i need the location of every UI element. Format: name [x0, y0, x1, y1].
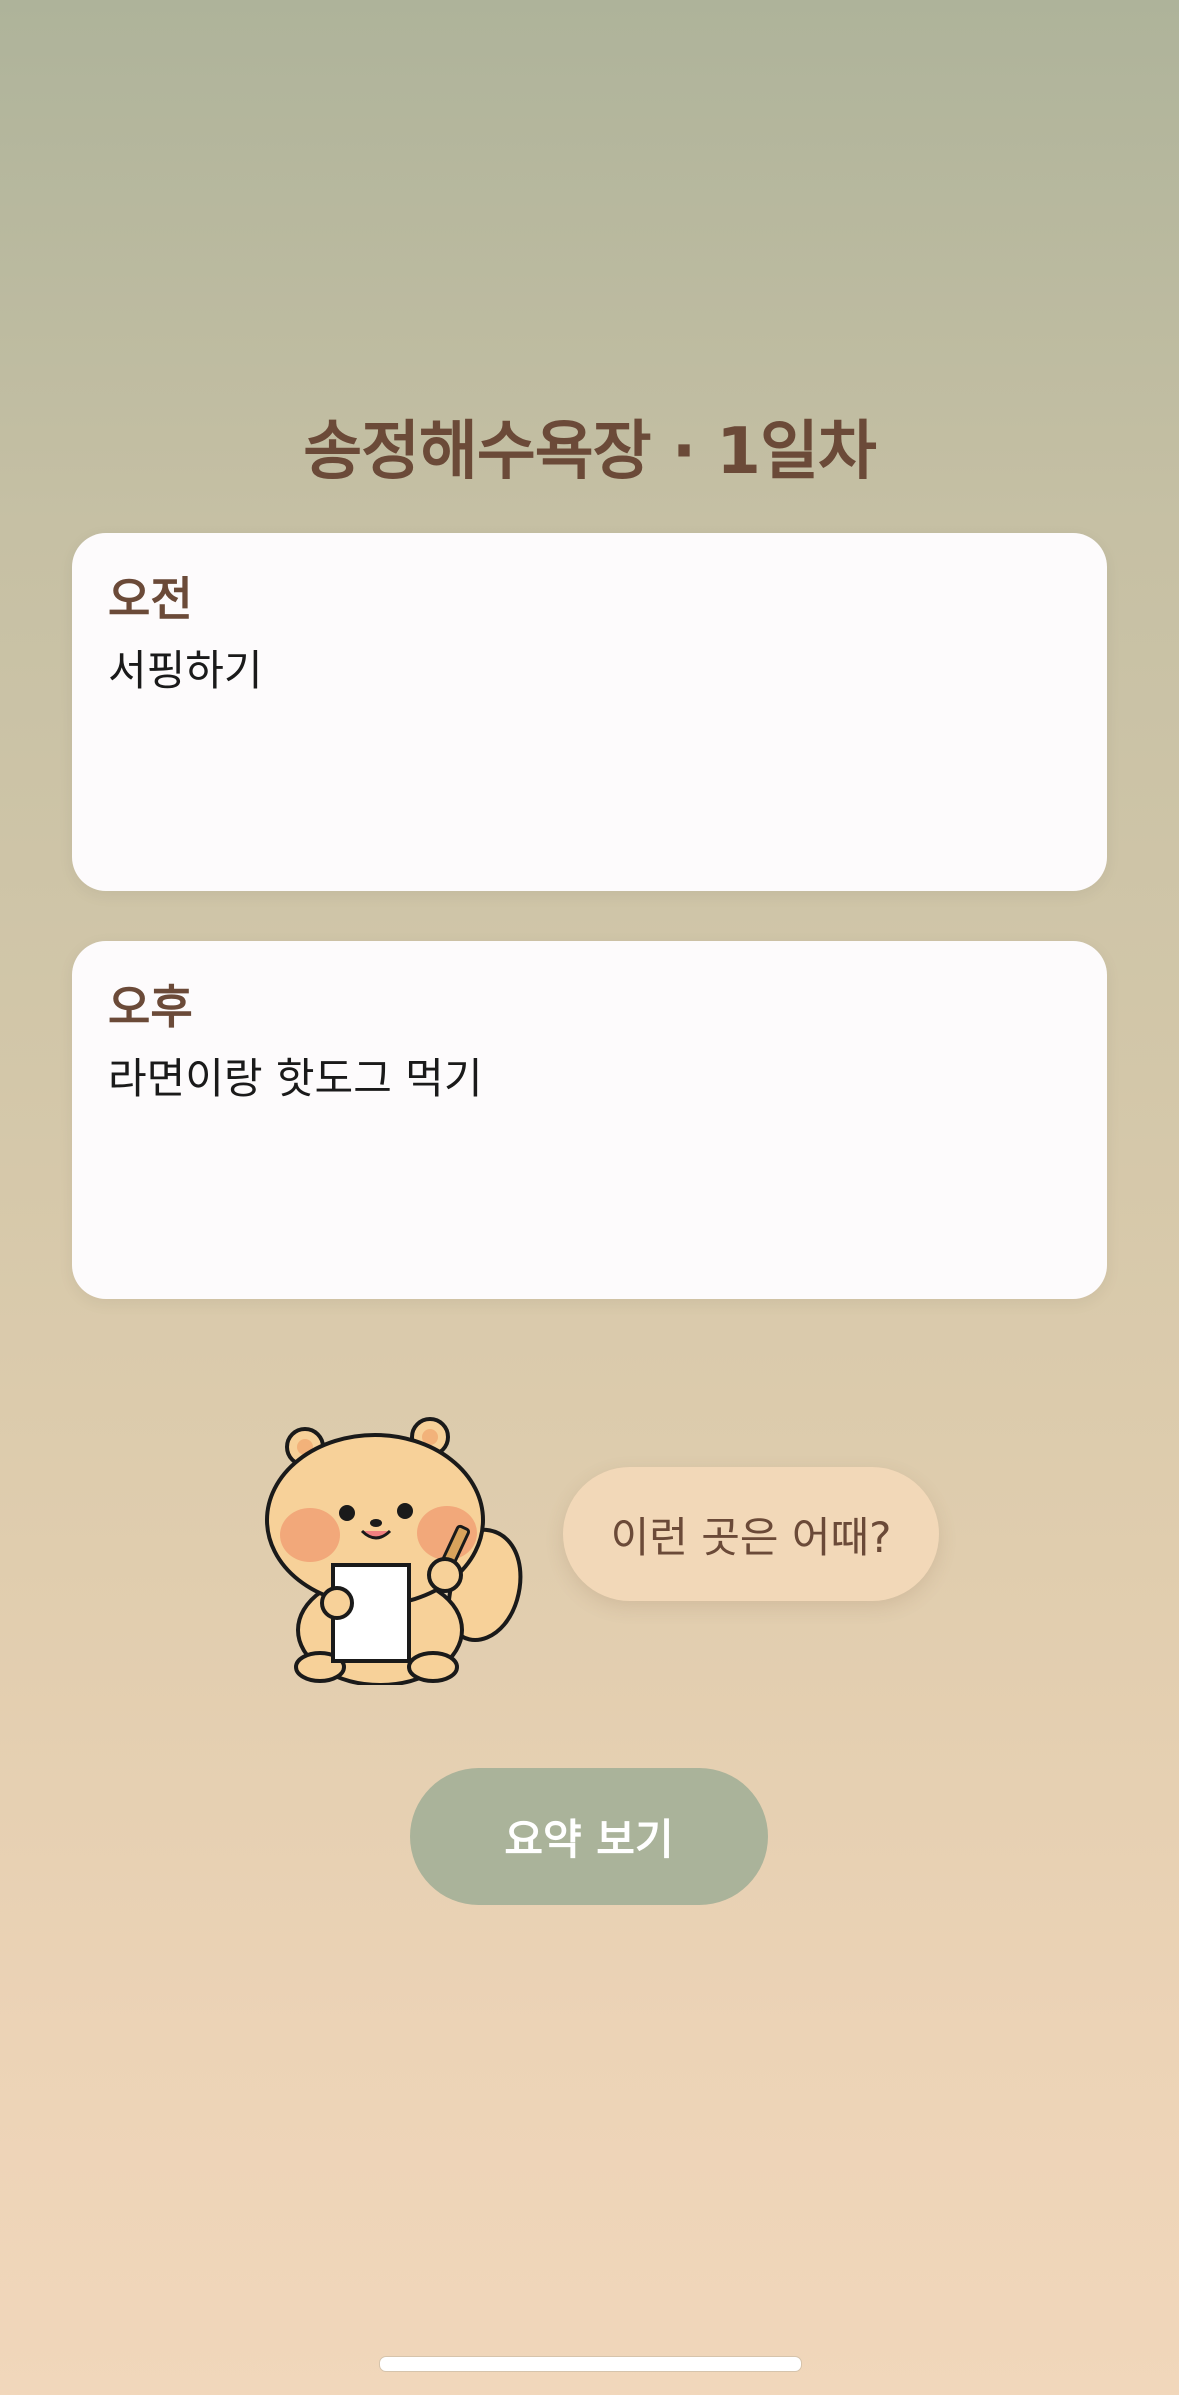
afternoon-label: 오후 — [108, 980, 193, 1034]
morning-card[interactable]: 오전 서핑하기 — [72, 533, 1107, 891]
morning-label: 오전 — [108, 572, 193, 626]
afternoon-card[interactable]: 오후 라면이랑 핫도그 먹기 — [72, 941, 1107, 1299]
morning-content[interactable]: 서핑하기 — [108, 637, 263, 698]
page-title: 송정해수욕장 · 1일차 — [303, 415, 876, 489]
suggestion-bubble[interactable]: 이런 곳은 어때? — [563, 1467, 939, 1601]
squirrel-mascot-icon — [255, 1405, 535, 1687]
afternoon-content[interactable]: 라면이랑 핫도그 먹기 — [108, 1045, 482, 1106]
home-indicator[interactable] — [379, 2356, 802, 2372]
view-summary-button[interactable]: 요약 보기 — [410, 1768, 768, 1905]
